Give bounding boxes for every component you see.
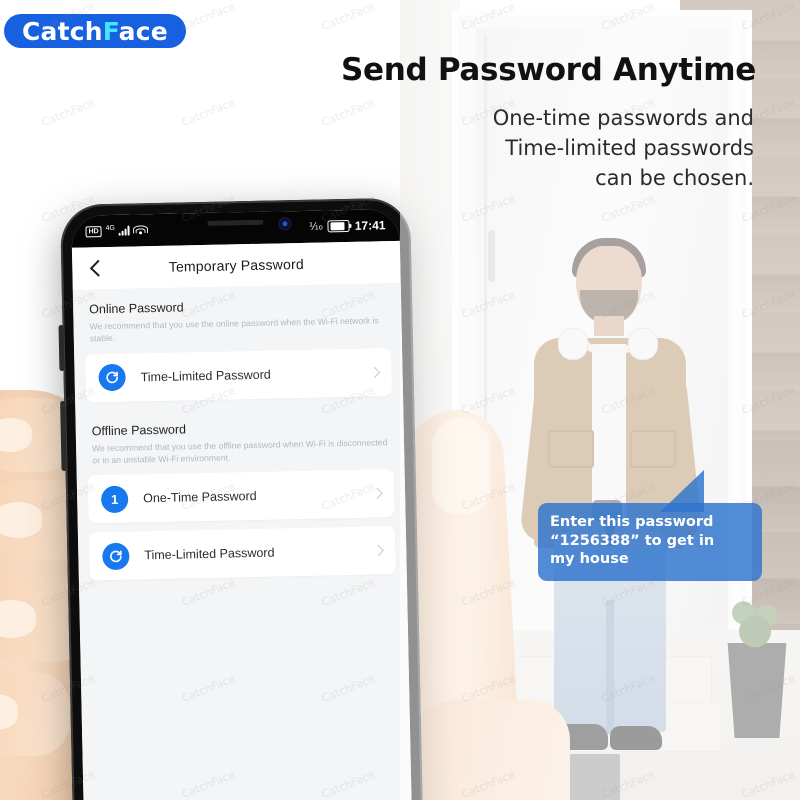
settings-content: Online Password We recommend that you us… [72, 282, 412, 800]
list-item-label: Time-Limited Password [140, 367, 271, 385]
subtitle-line-1: One-time passwords and [492, 106, 754, 130]
watermark-text: CatchFace [39, 95, 98, 130]
headphone-earcup-right [628, 328, 658, 360]
door-handle [488, 230, 495, 282]
section-offline-password: Offline Password We recommend that you u… [75, 405, 406, 582]
logo-text-f-accent: F [102, 16, 119, 46]
page-title: Temporary Password [168, 255, 305, 275]
fingernail [0, 600, 36, 638]
list-item-label: Time-Limited Password [144, 546, 275, 563]
finger-pinky [0, 672, 70, 756]
logo-text-catch: Catch [22, 16, 103, 46]
earpiece-speaker [207, 219, 264, 226]
hd-icon: HD [85, 225, 102, 237]
brand-logo: CatchFace [4, 14, 186, 48]
front-camera [279, 218, 291, 230]
headphone-earcup-left [558, 328, 588, 360]
bubble-line-1: Enter this password [550, 514, 714, 530]
app-nav-bar: Temporary Password [71, 240, 401, 290]
list-item-time-limited-password-online[interactable]: Time-Limited Password [85, 347, 393, 403]
jeans-seam [606, 600, 614, 734]
thumbnail-right [432, 418, 490, 514]
bubble-line-3: my house [550, 551, 629, 568]
headline-title: Send Password Anytime [340, 52, 756, 88]
section-description: We recommend that you use the online pas… [89, 315, 379, 344]
watermark-text: CatchFace [319, 0, 378, 34]
status-bar-left: HD 4G [85, 224, 149, 237]
logo-text-ace: ace [118, 16, 168, 46]
camera-lens [282, 221, 288, 227]
back-chevron-icon[interactable] [86, 258, 106, 278]
network-type-icon: 4G [105, 224, 116, 232]
subtitle-line-3: can be chosen. [595, 165, 754, 190]
wifi-icon [132, 225, 149, 235]
phone-notch [179, 211, 292, 236]
number-one-icon: 1 [100, 485, 129, 514]
fingernail [0, 418, 32, 452]
phone-screen: HD 4G ⅒ 17:41 Temporary Password Online … [71, 208, 412, 800]
lower-hand [400, 700, 570, 800]
fingernail [0, 694, 18, 730]
person-shoe-right [610, 726, 662, 750]
refresh-icon [98, 363, 126, 392]
section-online-password: Online Password We recommend that you us… [73, 283, 403, 403]
smartphone-mockup: HD 4G ⅒ 17:41 Temporary Password Online … [58, 197, 423, 800]
phone-volume-button[interactable] [58, 324, 65, 372]
watermark-text: CatchFace [179, 95, 238, 130]
battery-icon [327, 219, 350, 233]
mute-icon: ⅒ [308, 221, 323, 233]
list-item-label: One-Time Password [143, 489, 257, 506]
plant [732, 588, 778, 650]
speech-bubble: Enter this password “1256388” to get in … [538, 503, 762, 581]
list-item-one-time-password[interactable]: 1 One-Time Password [87, 469, 395, 524]
list-item-time-limited-password-offline[interactable]: Time-Limited Password [88, 526, 396, 581]
jacket-pocket-left [548, 430, 594, 468]
fingernail [0, 502, 42, 538]
headline-subtitle: One-time passwords and Time-limited pass… [324, 104, 754, 193]
subtitle-line-2: Time-limited passwords [505, 135, 754, 160]
refresh-icon [102, 542, 130, 571]
status-bar-right: ⅒ 17:41 [309, 218, 386, 234]
watermark-text: CatchFace [179, 0, 238, 34]
bubble-line-2: “1256388” to get in [550, 532, 715, 549]
signal-bars-icon [119, 225, 131, 236]
brand-logo-text: CatchFace [22, 19, 168, 44]
status-bar-clock: 17:41 [354, 218, 386, 233]
promo-banner: CatchFace Send Password Anytime One-time… [0, 0, 800, 800]
jacket-pocket-right [630, 430, 676, 468]
phone-power-button[interactable] [60, 400, 67, 472]
